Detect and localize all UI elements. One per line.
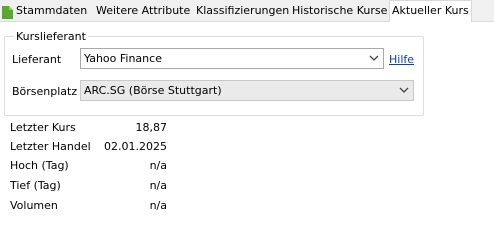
- tab-label: Historische Kurse: [292, 4, 388, 17]
- tab-historische-kurse[interactable]: Historische Kurse: [290, 1, 389, 21]
- boersenplatz-label: Börsenplatz: [12, 85, 78, 98]
- document-icon: [2, 6, 13, 19]
- group-title: Kurslieferant: [14, 30, 88, 43]
- tab-label: Aktueller Kurs: [392, 4, 469, 17]
- chevron-down-icon: [399, 87, 409, 93]
- boersenplatz-value: ARC.SG (Börse Stuttgart): [84, 84, 222, 97]
- kurslieferant-group: Kurslieferant Lieferant Yahoo Finance Hi…: [4, 30, 424, 116]
- tab-label: Klassifizierungen: [196, 4, 290, 17]
- tief-tag-label: Tief (Tag): [10, 179, 61, 192]
- letzter-handel-label: Letzter Handel: [10, 140, 91, 153]
- lieferant-label: Lieferant: [12, 53, 62, 66]
- chevron-down-icon: [369, 55, 379, 61]
- tab-weitere-attribute[interactable]: Weitere Attribute: [94, 1, 192, 21]
- volumen-value: n/a: [149, 199, 167, 212]
- volumen-label: Volumen: [10, 199, 58, 212]
- lieferant-select[interactable]: Yahoo Finance: [80, 48, 384, 69]
- tab-klassifizierungen[interactable]: Klassifizierungen: [194, 1, 291, 21]
- letzter-kurs-label: Letzter Kurs: [10, 121, 76, 134]
- tab-bar: Stammdaten Weitere Attribute Klassifizie…: [0, 0, 494, 23]
- lieferant-value: Yahoo Finance: [84, 52, 162, 65]
- boersenplatz-select[interactable]: ARC.SG (Börse Stuttgart): [80, 80, 414, 101]
- tab-aktueller-kurs[interactable]: Aktueller Kurs: [389, 0, 472, 23]
- letzter-handel-value: 02.01.2025: [104, 140, 167, 153]
- tab-stammdaten[interactable]: Stammdaten: [0, 1, 89, 21]
- tab-label: Stammdaten: [16, 4, 88, 17]
- tab-content-aktueller-kurs: Kurslieferant Lieferant Yahoo Finance Hi…: [0, 22, 494, 240]
- tief-tag-value: n/a: [149, 179, 167, 192]
- letzter-kurs-value: 18,87: [135, 121, 168, 134]
- hoch-tag-value: n/a: [149, 159, 167, 172]
- hilfe-link[interactable]: Hilfe: [389, 53, 414, 66]
- hoch-tag-label: Hoch (Tag): [10, 159, 69, 172]
- tab-label: Weitere Attribute: [96, 4, 191, 17]
